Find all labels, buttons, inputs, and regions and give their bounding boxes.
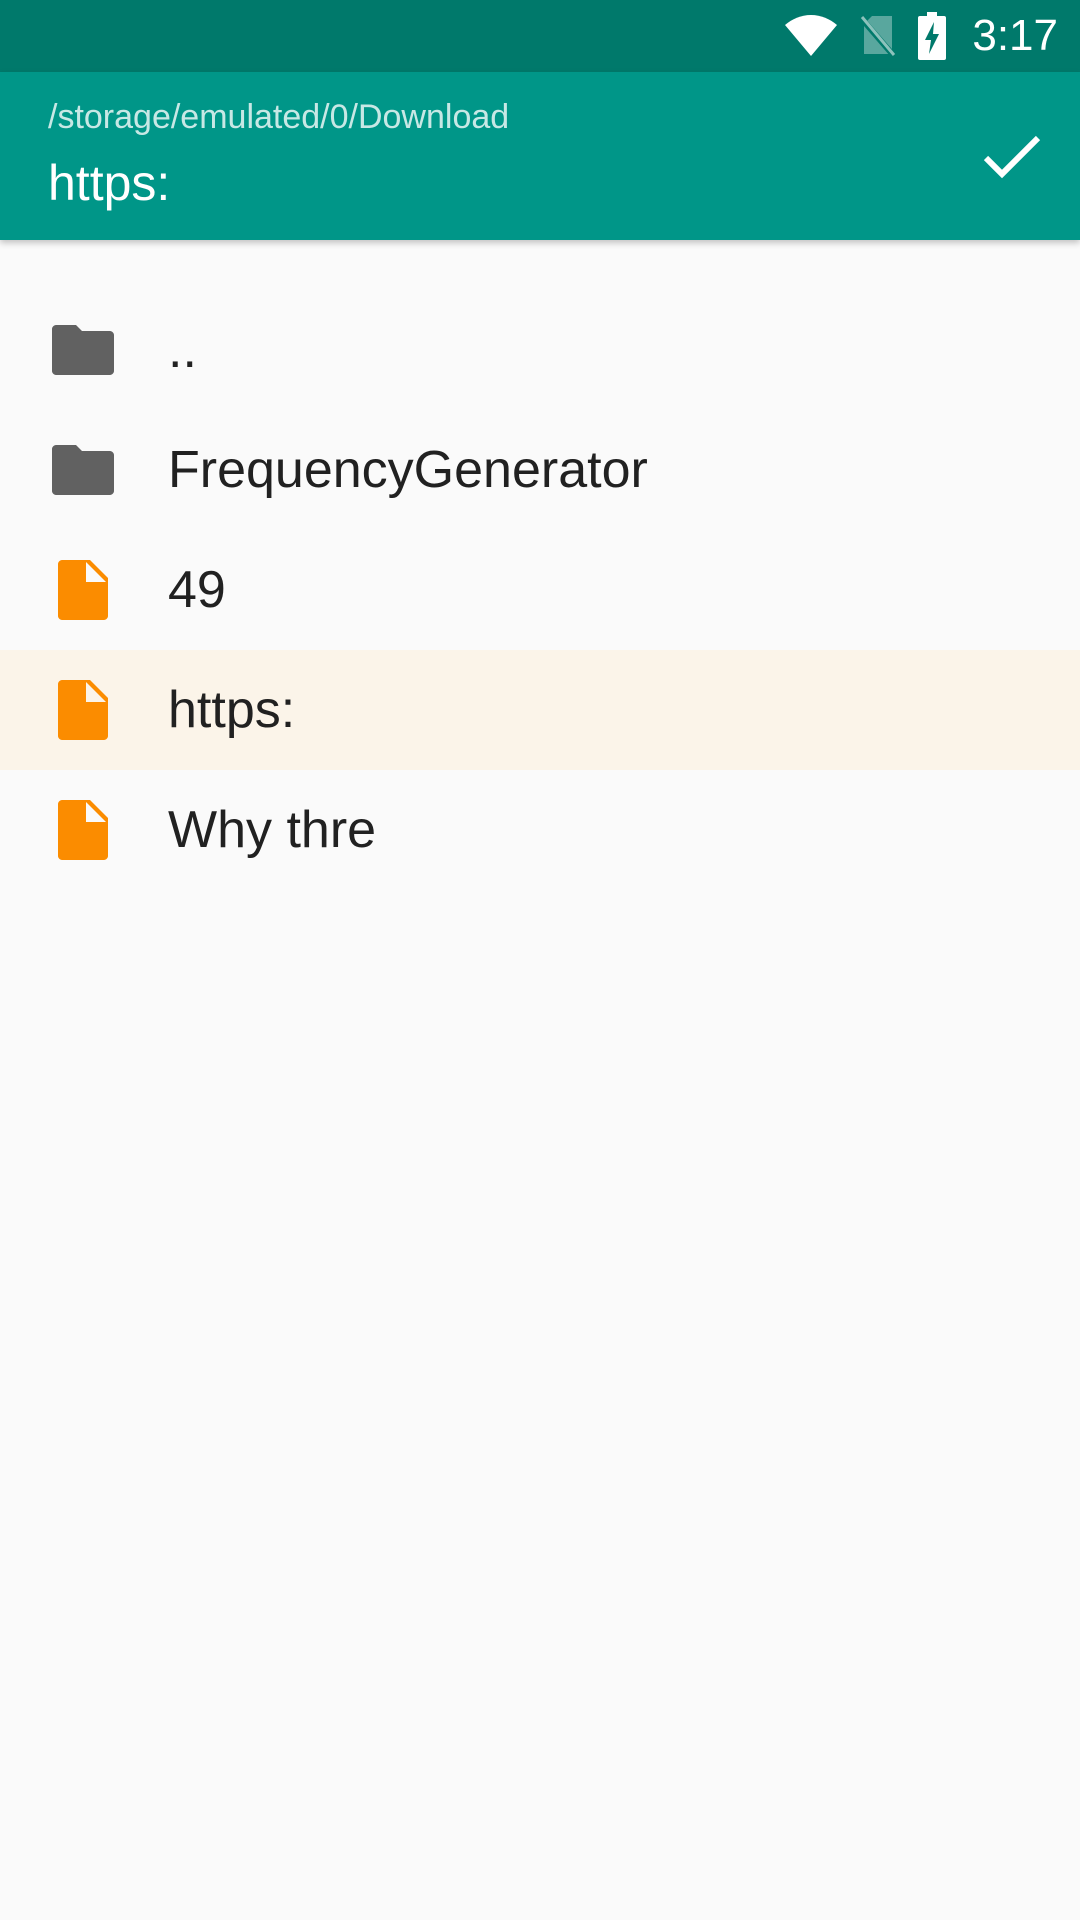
- confirm-button[interactable]: [968, 112, 1056, 200]
- file-row-why-thre[interactable]: Why thre: [0, 770, 1080, 890]
- wifi-icon: [785, 15, 838, 56]
- file-icon: [50, 800, 116, 860]
- app-bar: /storage/emulated/0/Download https:: [0, 72, 1080, 240]
- file-list: .. FrequencyGenerator 49 https: Why thre: [0, 290, 1080, 890]
- list-item-label: 49: [168, 561, 226, 619]
- selected-file-title: https:: [48, 155, 171, 211]
- status-bar: 3:17: [0, 0, 1080, 72]
- file-row-https-selected[interactable]: https:: [0, 650, 1080, 770]
- folder-icon: [50, 320, 116, 380]
- file-icon: [50, 680, 116, 740]
- list-item-label: https:: [168, 681, 296, 739]
- list-item-label: FrequencyGenerator: [168, 441, 648, 499]
- status-time: 3:17: [972, 11, 1058, 60]
- list-item-label: ..: [168, 321, 197, 379]
- battery-charging-icon: [918, 12, 947, 60]
- status-icons: 3:17: [784, 0, 1058, 72]
- file-icon: [50, 560, 116, 620]
- check-icon: [983, 135, 1041, 179]
- file-row-49[interactable]: 49: [0, 530, 1080, 650]
- current-path: /storage/emulated/0/Download: [48, 98, 510, 136]
- folder-icon: [50, 440, 116, 500]
- folder-row-parent[interactable]: ..: [0, 290, 1080, 410]
- no-sim-icon: [860, 16, 897, 58]
- list-item-label: Why thre: [168, 801, 377, 859]
- folder-row-frequencygenerator[interactable]: FrequencyGenerator: [0, 410, 1080, 530]
